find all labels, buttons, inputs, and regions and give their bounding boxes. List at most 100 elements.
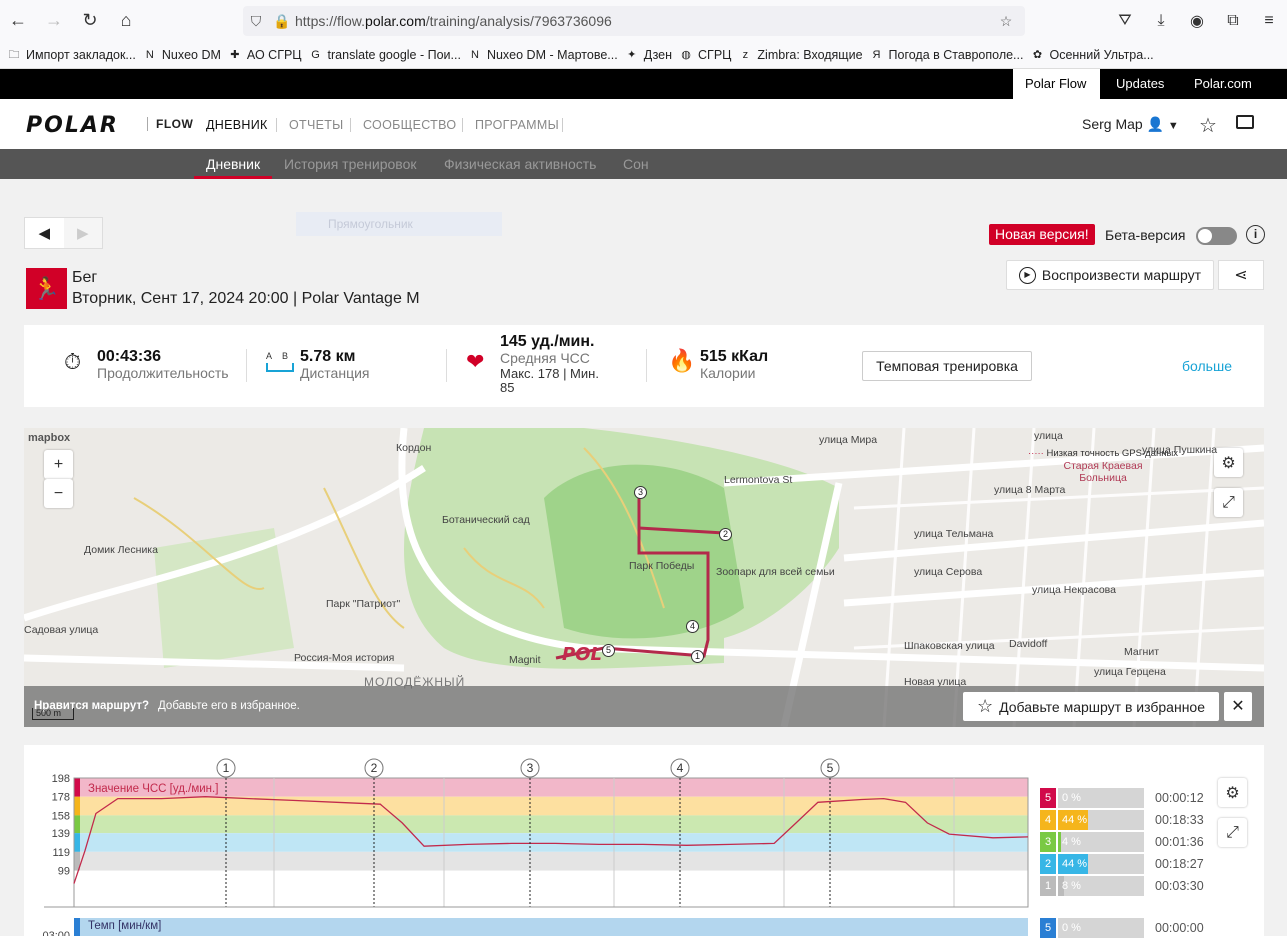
zone-bar: 8 %	[1058, 876, 1144, 896]
nav-community[interactable]: СООБЩЕСТВО	[363, 118, 456, 132]
lap-label: 2	[371, 761, 378, 775]
nav-reports[interactable]: ОТЧЕТЫ	[289, 118, 344, 132]
share-button[interactable]: ⋖	[1218, 260, 1264, 290]
folder-icon: 🗀	[8, 48, 20, 61]
bookmark-label: Nuxeo DM - Мартове...	[486, 47, 618, 62]
map-label: Магнит	[1124, 646, 1160, 658]
nuxeo-icon: N	[145, 48, 154, 61]
bookmark-item[interactable]: z Zimbra: Входящие	[738, 48, 863, 62]
more-link[interactable]: больше	[1182, 358, 1232, 374]
star-icon: ☆	[976, 696, 994, 716]
map-label: Россия-Моя история	[294, 652, 395, 664]
replay-label: Воспроизвести маршрут	[1041, 267, 1202, 283]
back-icon[interactable]: ←	[0, 6, 36, 36]
zone-bar: 0 %	[1058, 788, 1144, 808]
map-lap-marker[interactable]: 2	[719, 528, 732, 541]
download-icon[interactable]: ⤓	[1143, 6, 1179, 36]
training-type-tag[interactable]: Темповая тренировка	[862, 351, 1032, 381]
chart-title: Значение ЧСС [уд./мин.]	[88, 783, 218, 795]
chart-gear-icon[interactable]: ⚙	[1218, 778, 1247, 807]
divider	[246, 349, 247, 382]
map-label: Старая Краевая Больница	[1063, 460, 1143, 484]
bookmark-item[interactable]: 🗀 Импорт закладок...	[7, 48, 136, 62]
zone-number: 3	[1040, 832, 1056, 852]
new-version-badge[interactable]: Новая версия!	[989, 224, 1095, 245]
prev-session-button[interactable]: ◀	[25, 218, 64, 248]
user-menu[interactable]: Serg Map 👤 ▼	[1082, 116, 1179, 133]
favorites-star-icon[interactable]: ☆	[1199, 113, 1217, 138]
maple-icon: ✿	[1032, 48, 1043, 61]
reload-icon[interactable]: ↻	[72, 6, 108, 36]
pace-tick: 03:00	[42, 930, 70, 936]
map-lap-marker[interactable]: 5	[602, 644, 615, 657]
nav-programs[interactable]: ПРОГРАММЫ	[475, 118, 559, 132]
nav-diary[interactable]: ДНЕВНИК	[206, 118, 268, 132]
polar-logo[interactable]: POLAR	[26, 113, 119, 138]
bookmark-item[interactable]: Я Погода в Ставрополе...	[870, 48, 1024, 62]
map-lap-marker[interactable]: 1	[691, 650, 704, 663]
menu-icon[interactable]: ≡	[1251, 6, 1287, 36]
beta-toggle[interactable]	[1196, 227, 1237, 245]
bookmark-item[interactable]: ✦ Дзен	[625, 48, 672, 62]
map-label: Шпаковская улица	[904, 640, 995, 652]
close-favorite-button[interactable]: ✕	[1224, 692, 1252, 721]
avg-hr-label: Средняя ЧСС	[500, 350, 590, 366]
heart-icon: ❤	[466, 349, 485, 374]
pace-band	[74, 918, 1028, 936]
chevron-down-icon: ▼	[1167, 120, 1179, 132]
calories-value: 515 кКал	[700, 348, 769, 365]
zone-bar: 4 %	[1058, 832, 1144, 852]
bookmark-item[interactable]: N Nuxeo DM - Мартове...	[468, 48, 618, 62]
play-icon: ▶	[1018, 266, 1036, 284]
bookmark-item[interactable]: Gtranslate google - Пои...	[309, 48, 461, 62]
subnav-diary[interactable]: Дневник	[194, 149, 273, 179]
zone-percent: 4 %	[1062, 836, 1081, 848]
account-icon[interactable]: ◉	[1179, 6, 1215, 36]
next-session-button[interactable]: ▶	[63, 218, 102, 248]
route-map[interactable]: POL mapbox + − ⚙ ⤢ ····· Низкая точность…	[24, 428, 1264, 727]
divider	[446, 349, 447, 382]
bookmark-item[interactable]: ◍ СГРЦ	[679, 48, 731, 62]
star-icon[interactable]: ☆	[993, 13, 1019, 30]
bookmark-item[interactable]: N Nuxeo DM	[143, 48, 221, 62]
subnav-sleep[interactable]: Сон	[623, 149, 649, 179]
subnav-history[interactable]: История тренировок	[284, 149, 416, 179]
top-polar-com[interactable]: Polar.com	[1182, 69, 1264, 99]
yandex-icon: Я	[872, 48, 881, 61]
y-tick-label: 158	[52, 810, 70, 822]
bookmark-label: Дзен	[643, 47, 673, 62]
zimbra-icon: z	[742, 48, 749, 61]
zone-percent: 0 %	[1062, 792, 1081, 804]
bookmark-item[interactable]: ✚ АО СГРЦ	[228, 48, 301, 62]
zoom-out-button[interactable]: −	[44, 479, 73, 508]
add-favorite-route-button[interactable]: ☆ Добавьте маршрут в избранное	[963, 692, 1219, 721]
pocket-icon[interactable]: ⛛	[1107, 6, 1143, 36]
url-bar[interactable]: ⛉ 🔒 https://flow.polar.com/training/anal…	[243, 6, 1025, 36]
zone-bar: 44 %	[1058, 854, 1144, 874]
messages-icon[interactable]	[1236, 115, 1254, 129]
replay-route-button[interactable]: ▶ Воспроизвести маршрут	[1006, 260, 1214, 290]
bookmark-item[interactable]: ✿ Осенний Ультра...	[1030, 48, 1154, 62]
map-label: Ботанический сад	[442, 514, 530, 526]
map-lap-marker[interactable]: 4	[686, 620, 699, 633]
info-icon[interactable]: i	[1246, 225, 1265, 244]
top-updates[interactable]: Updates	[1104, 69, 1176, 99]
top-polar-flow[interactable]: Polar Flow	[1013, 69, 1100, 99]
chart-expand-icon[interactable]: ⤢	[1218, 818, 1247, 847]
home-icon[interactable]: ⌂	[108, 6, 144, 36]
expand-icon[interactable]: ⤢	[1214, 488, 1243, 517]
map-label: улица	[1034, 430, 1063, 442]
nav-divider	[562, 118, 563, 132]
nuxeo-icon: N	[470, 48, 479, 61]
lock-icon: 🔒	[273, 12, 291, 29]
gear-icon[interactable]: ⚙	[1214, 448, 1243, 477]
y-tick-label: 119	[52, 847, 70, 859]
map-lap-marker[interactable]: 3	[634, 486, 647, 499]
forward-icon[interactable]: →	[36, 6, 72, 36]
avg-hr-value: 145 уд./мин.	[500, 333, 595, 350]
pace-title: Темп [мин/км]	[88, 920, 161, 932]
extensions-icon[interactable]: ⧉	[1215, 6, 1251, 36]
subnav-activity[interactable]: Физическая активность	[444, 149, 596, 179]
map-label: Davidoff	[1009, 638, 1048, 650]
zoom-in-button[interactable]: +	[44, 450, 73, 479]
